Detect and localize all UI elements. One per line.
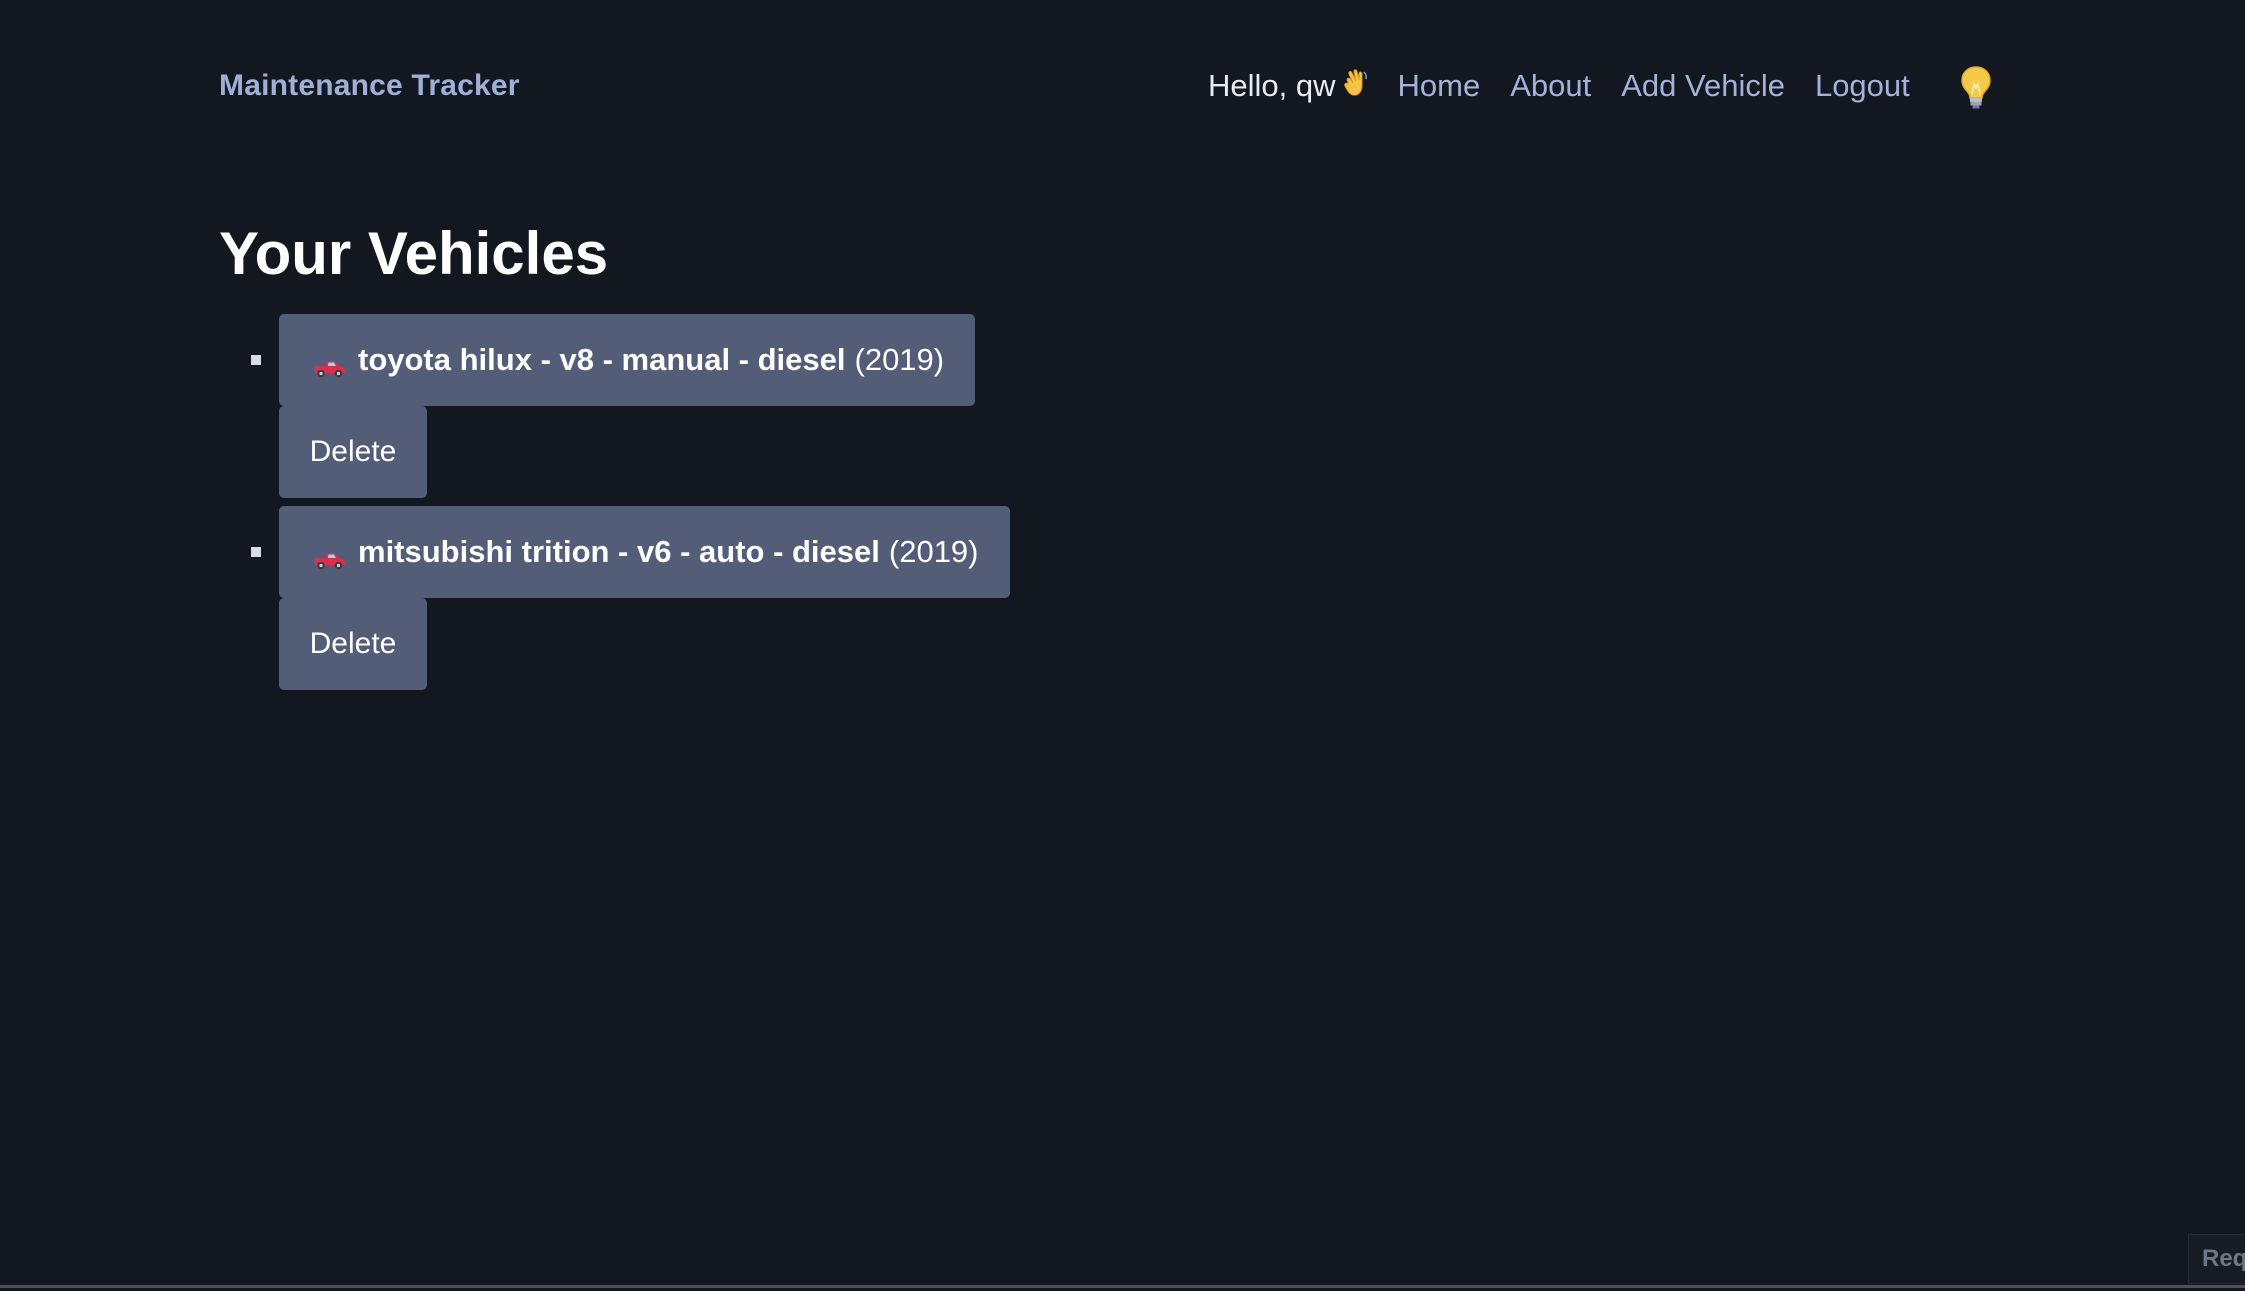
corner-tab[interactable]: Req xyxy=(2188,1234,2245,1284)
bottom-divider xyxy=(0,1285,2245,1288)
list-bullet xyxy=(251,355,261,365)
light-bulb-icon[interactable] xyxy=(1958,64,1994,110)
nav-logout-link[interactable]: Logout xyxy=(1815,68,1910,104)
nav-home-link[interactable]: Home xyxy=(1398,68,1481,104)
nav-add-vehicle-link[interactable]: Add Vehicle xyxy=(1621,68,1785,104)
vehicle-list: toyota hilux - v8 - manual - diesel (201… xyxy=(219,314,1010,698)
waving-hand-icon xyxy=(1342,68,1368,105)
vehicle-link[interactable]: toyota hilux - v8 - manual - diesel (201… xyxy=(279,314,976,406)
nav-about-link[interactable]: About xyxy=(1510,68,1591,104)
pickup-truck-icon xyxy=(313,543,347,570)
greeting-text: Hello, qw xyxy=(1208,68,1336,103)
delete-vehicle-button[interactable]: Delete xyxy=(279,598,427,690)
corner-tab-label: Req xyxy=(2202,1245,2245,1272)
vehicle-year: (2019) xyxy=(854,342,945,377)
page-title: Your Vehicles xyxy=(219,220,609,287)
pickup-truck-icon xyxy=(313,351,347,378)
vehicle-name: toyota hilux - v8 - manual - diesel xyxy=(358,342,846,377)
list-bullet xyxy=(251,547,261,557)
vehicle-name: mitsubishi trition - v6 - auto - diesel xyxy=(358,534,880,569)
list-item: toyota hilux - v8 - manual - diesel (201… xyxy=(219,314,1010,498)
page: Maintenance Tracker Hello, qw Home About… xyxy=(0,0,2245,1291)
delete-vehicle-button[interactable]: Delete xyxy=(279,406,427,498)
vehicle-year: (2019) xyxy=(888,534,979,569)
user-greeting: Hello, qw xyxy=(1208,68,1368,105)
vehicle-link[interactable]: mitsubishi trition - v6 - auto - diesel … xyxy=(279,506,1010,598)
list-item: mitsubishi trition - v6 - auto - diesel … xyxy=(219,506,1010,690)
app-brand[interactable]: Maintenance Tracker xyxy=(219,66,520,106)
top-nav: Hello, qw Home About Add Vehicle Logout xyxy=(1208,64,1940,108)
